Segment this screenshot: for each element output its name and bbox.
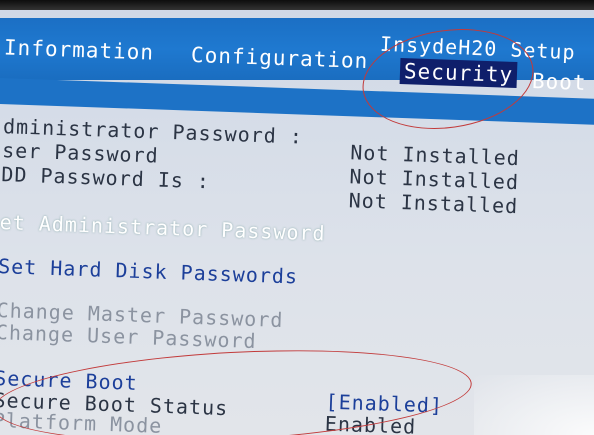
hdd-password-value: Not Installed xyxy=(348,188,519,219)
set-hdd-passwords-item[interactable]: Set Hard Disk Passwords xyxy=(0,254,298,288)
screen-glare xyxy=(474,375,594,435)
bios-screen: InsydeH20 Setup Information Configuratio… xyxy=(0,0,594,435)
monitor-bezel xyxy=(0,0,594,10)
hdd-password-label: DD Password Is : xyxy=(0,162,211,194)
tab-boot[interactable]: Boot xyxy=(532,69,587,95)
tab-security[interactable]: Security xyxy=(399,57,518,89)
secure-boot-status-value: Enabled xyxy=(324,411,417,435)
set-admin-password-item[interactable]: et Administrator Password xyxy=(0,210,326,245)
